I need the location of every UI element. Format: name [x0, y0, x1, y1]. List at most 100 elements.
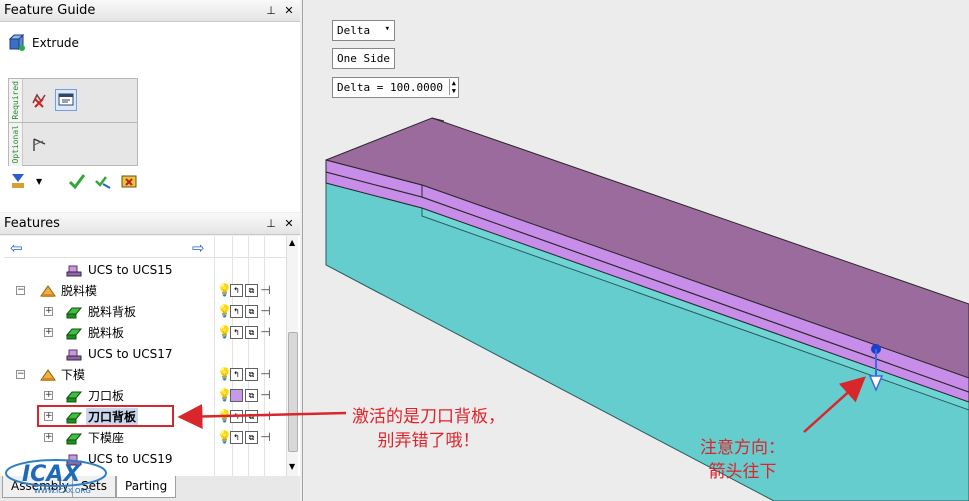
solid-body-icon: [66, 391, 82, 402]
tree-row-label: UCS to UCS17: [88, 346, 173, 361]
tree-row-label: 脱料模: [61, 284, 98, 298]
solid-body-icon: [66, 328, 82, 339]
tree-row[interactable]: − 下模 💡 ↰ ⧉ ⊣: [0, 364, 284, 385]
spinner-icon[interactable]: ▲ ▼: [448, 79, 456, 95]
visibility-bulb-icon[interactable]: 💡: [217, 305, 232, 318]
direction-select-icon[interactable]: [55, 89, 77, 111]
row-status-icons: 💡 ↰ ⧉ ⊣: [217, 431, 271, 444]
draft-icon[interactable]: [31, 135, 49, 153]
one-side-button[interactable]: One Side: [332, 48, 395, 69]
profile-select-icon[interactable]: [31, 91, 49, 109]
collapse-toggle[interactable]: −: [16, 286, 25, 295]
layer-icon[interactable]: ⧉: [245, 368, 258, 381]
group-folder-icon: [40, 368, 56, 381]
arrow-left-icon[interactable]: ⇦: [10, 239, 23, 257]
row-status-icons: 💡 ↰ ⧉ ⊣: [217, 284, 271, 297]
row-status-icons: 💡 ↰ ⧉ ⊣: [217, 368, 271, 381]
row-status-icons: 💡 ↰ ⧉ ⊣: [217, 326, 271, 339]
expand-toggle[interactable]: +: [44, 391, 53, 400]
activate-icon[interactable]: ↰: [230, 431, 243, 444]
scroll-up-icon[interactable]: ▲: [289, 238, 295, 247]
tree-row[interactable]: UCS to UCS15: [0, 259, 284, 280]
tree-row[interactable]: UCS to UCS17: [0, 343, 284, 364]
pin-state-icon[interactable]: ⊣: [260, 305, 271, 318]
expand-toggle[interactable]: +: [44, 307, 53, 316]
feature-guide-body: Extrude Required Optional ▼: [0, 22, 300, 212]
ucs-icon: [66, 349, 82, 360]
tree-row[interactable]: + 脱料板 💡 ↰ ⧉ ⊣: [0, 322, 284, 343]
close-icon[interactable]: ✕: [282, 4, 296, 17]
close-icon[interactable]: ✕: [282, 217, 296, 230]
feature-guide-title: Feature Guide: [4, 3, 96, 18]
chevron-down-icon: ▾: [384, 24, 390, 34]
tree-row-label: 刀口板: [88, 389, 125, 403]
feature-guide-titlebar: Feature Guide ⊥ ✕: [0, 0, 300, 22]
mode-dropdown[interactable]: Delta ▾: [332, 20, 395, 41]
feature-guide-toolbar: ▼: [8, 172, 138, 190]
cancel-icon[interactable]: [120, 172, 138, 190]
visibility-bulb-icon[interactable]: 💡: [217, 368, 232, 381]
feature-name-label: Extrude: [32, 36, 79, 50]
apply-icon[interactable]: [94, 172, 112, 190]
annotation-arrow-left: [177, 403, 347, 429]
row-status-icons: 💡 ↰ ⧉ ⊣: [217, 305, 271, 318]
tab-parting[interactable]: Parting: [116, 476, 177, 498]
scroll-thumb[interactable]: [288, 332, 298, 452]
annotation-text-left: 激活的是刀口背板， 别弄错了哦！: [352, 407, 505, 451]
ucs-icon: [66, 265, 82, 276]
tree-row[interactable]: + 脱料背板 💡 ↰ ⧉ ⊣: [0, 301, 284, 322]
tree-row-label: 脱料背板: [88, 305, 137, 319]
divider: [9, 122, 137, 123]
tree-row[interactable]: + 下模座 💡 ↰ ⧉ ⊣: [0, 427, 284, 448]
layer-icon[interactable]: ⧉: [245, 431, 258, 444]
expand-toggle[interactable]: +: [44, 328, 53, 337]
scroll-down-icon[interactable]: ▼: [289, 462, 295, 471]
collapse-toggle[interactable]: −: [16, 370, 25, 379]
features-title: Features: [4, 216, 60, 231]
layer-icon[interactable]: ⧉: [245, 284, 258, 297]
tree-row-label: 下模座: [88, 431, 125, 445]
layer-icon[interactable]: ⧉: [245, 305, 258, 318]
tree-row-label: UCS to UCS15: [88, 262, 173, 277]
activate-icon[interactable]: ↰: [230, 326, 243, 339]
visibility-bulb-icon[interactable]: 💡: [217, 431, 232, 444]
layer-icon[interactable]: ⧉: [245, 326, 258, 339]
pin-state-icon[interactable]: ⊣: [260, 326, 271, 339]
active-row-highlight: [37, 405, 174, 427]
tree-row-label: 脱料板: [88, 326, 125, 340]
tab-required[interactable]: Required: [9, 79, 23, 122]
delta-value-field[interactable]: Delta = 100.0000 ▲ ▼: [332, 77, 459, 98]
required-optional-box: Required Optional: [8, 78, 138, 166]
features-tree: ⇦ ⇨ UCS to UCS15 − 脱料模 💡 ↰ ⧉ ⊣ + 脱料背板 💡 …: [0, 236, 300, 476]
pin-icon[interactable]: ⊥: [264, 4, 278, 17]
solid-body-icon: [66, 307, 82, 318]
visibility-bulb-icon[interactable]: 💡: [217, 326, 232, 339]
pin-state-icon[interactable]: ⊣: [260, 431, 271, 444]
app-window: Feature Guide ⊥ ✕ Extrude Required Optio…: [0, 0, 969, 501]
group-folder-icon: [40, 284, 56, 297]
icax-logo: ICAX WWW.ICAX.ORG: [5, 459, 107, 495]
tree-scrollbar[interactable]: ▲ ▼: [286, 236, 298, 476]
add-feature-icon[interactable]: [8, 172, 28, 190]
activate-icon[interactable]: ↰: [230, 305, 243, 318]
extrude-row: Extrude: [8, 34, 79, 52]
tree-row-label: 下模: [61, 368, 86, 382]
tab-optional[interactable]: Optional: [9, 123, 23, 166]
solid-body-icon: [66, 433, 82, 444]
tree-nav-bar: ⇦ ⇨: [4, 238, 286, 258]
activate-icon[interactable]: ↰: [230, 284, 243, 297]
pin-icon[interactable]: ⊥: [264, 217, 278, 230]
chevron-down-icon[interactable]: ▼: [36, 177, 42, 186]
visibility-bulb-icon[interactable]: 💡: [217, 284, 232, 297]
activate-icon[interactable]: ↰: [230, 368, 243, 381]
svg-text:ICAX: ICAX: [22, 462, 81, 487]
expand-toggle[interactable]: +: [44, 433, 53, 442]
extrude-icon: [8, 34, 25, 51]
annotation-text-right: 注意方向： 箭头往下: [700, 438, 785, 482]
ok-check-icon[interactable]: [68, 172, 86, 190]
arrow-right-icon[interactable]: ⇨: [192, 239, 205, 257]
pin-state-icon[interactable]: ⊣: [260, 284, 271, 297]
tree-row[interactable]: − 脱料模 💡 ↰ ⧉ ⊣: [0, 280, 284, 301]
svg-text:WWW.ICAX.ORG: WWW.ICAX.ORG: [34, 487, 91, 495]
pin-state-icon[interactable]: ⊣: [260, 368, 271, 381]
